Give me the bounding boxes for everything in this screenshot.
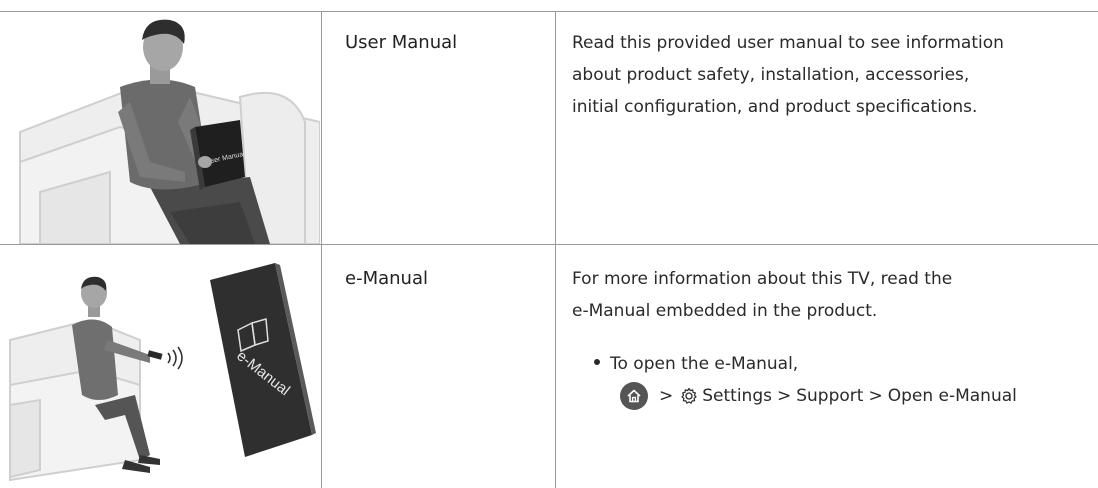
description-line: e-Manual embedded in the product. xyxy=(572,301,878,321)
column-divider-2 xyxy=(555,11,556,488)
path-item-support: Support xyxy=(796,386,864,406)
description-line: about product safety, installation, acce… xyxy=(572,65,970,85)
description-line: For more information about this TV, read… xyxy=(572,269,953,289)
home-icon xyxy=(620,382,648,410)
bullet-dot-icon xyxy=(594,359,600,365)
menu-path: > Settings > Support > Open e-Manual xyxy=(620,380,1017,412)
path-separator: > xyxy=(868,386,883,406)
bullet-text: To open the e-Manual, xyxy=(610,354,799,374)
bullet-item: To open the e-Manual, xyxy=(594,348,798,380)
path-separator: > xyxy=(776,386,792,406)
path-separator: > xyxy=(659,386,674,406)
path-item-open-e-manual: Open e-Manual xyxy=(887,386,1017,406)
description-line: initial configuration, and product speci… xyxy=(572,97,978,117)
description-line: Read this provided user manual to see in… xyxy=(572,33,1004,53)
user-manual-description: Read this provided user manual to see in… xyxy=(572,27,1092,123)
e-manual-illustration: e-Manual xyxy=(0,245,320,488)
gear-icon xyxy=(680,387,698,405)
path-item-settings: Settings xyxy=(702,386,772,406)
e-manual-description: For more information about this TV, read… xyxy=(572,263,1092,327)
column-divider-1 xyxy=(321,11,322,488)
e-manual-title: e-Manual xyxy=(345,268,428,289)
user-manual-title: User Manual xyxy=(345,32,458,53)
manual-table: User Manual User Manual Read this provid… xyxy=(0,0,1098,488)
user-manual-illustration: User Manual xyxy=(0,12,320,244)
